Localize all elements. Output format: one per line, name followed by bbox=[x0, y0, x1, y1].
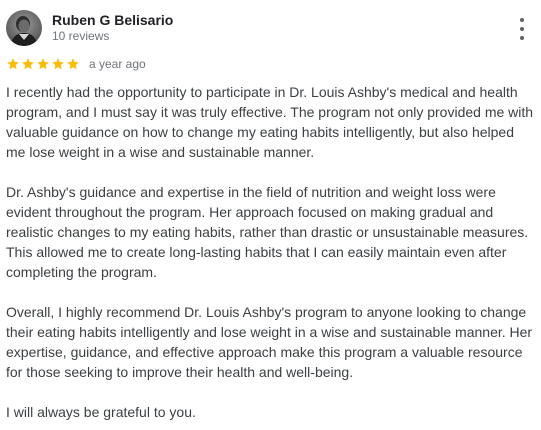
reviewer-name[interactable]: Ruben G Belisario bbox=[52, 12, 173, 29]
more-options-button[interactable] bbox=[517, 18, 527, 40]
rating-row: a year ago bbox=[6, 56, 146, 72]
star-icon bbox=[6, 57, 20, 71]
star-icon bbox=[21, 57, 35, 71]
review-paragraph: Overall, I highly recommend Dr. Louis As… bbox=[6, 304, 533, 380]
more-vert-icon-dot bbox=[520, 27, 524, 31]
star-rating bbox=[6, 57, 80, 71]
person-photo-avatar-icon bbox=[6, 10, 42, 46]
review-paragraph: I will always be grateful to you. bbox=[6, 404, 196, 420]
star-icon bbox=[51, 57, 65, 71]
user-info: Ruben G Belisario 10 reviews bbox=[52, 12, 173, 44]
review-paragraph: Dr. Ashby's guidance and expertise in th… bbox=[6, 184, 529, 280]
more-vert-icon bbox=[520, 18, 524, 22]
star-icon bbox=[36, 57, 50, 71]
avatar[interactable] bbox=[6, 10, 42, 46]
more-vert-icon-dot bbox=[520, 36, 524, 40]
review-text: I recently had the opportunity to partic… bbox=[6, 82, 534, 422]
star-icon bbox=[66, 57, 80, 71]
review-paragraph: I recently had the opportunity to partic… bbox=[6, 84, 534, 160]
review-card: Ruben G Belisario 10 reviews a year ago … bbox=[0, 0, 541, 430]
review-date: a year ago bbox=[89, 57, 146, 71]
review-header: Ruben G Belisario 10 reviews bbox=[6, 10, 173, 46]
review-count: 10 reviews bbox=[52, 29, 110, 43]
